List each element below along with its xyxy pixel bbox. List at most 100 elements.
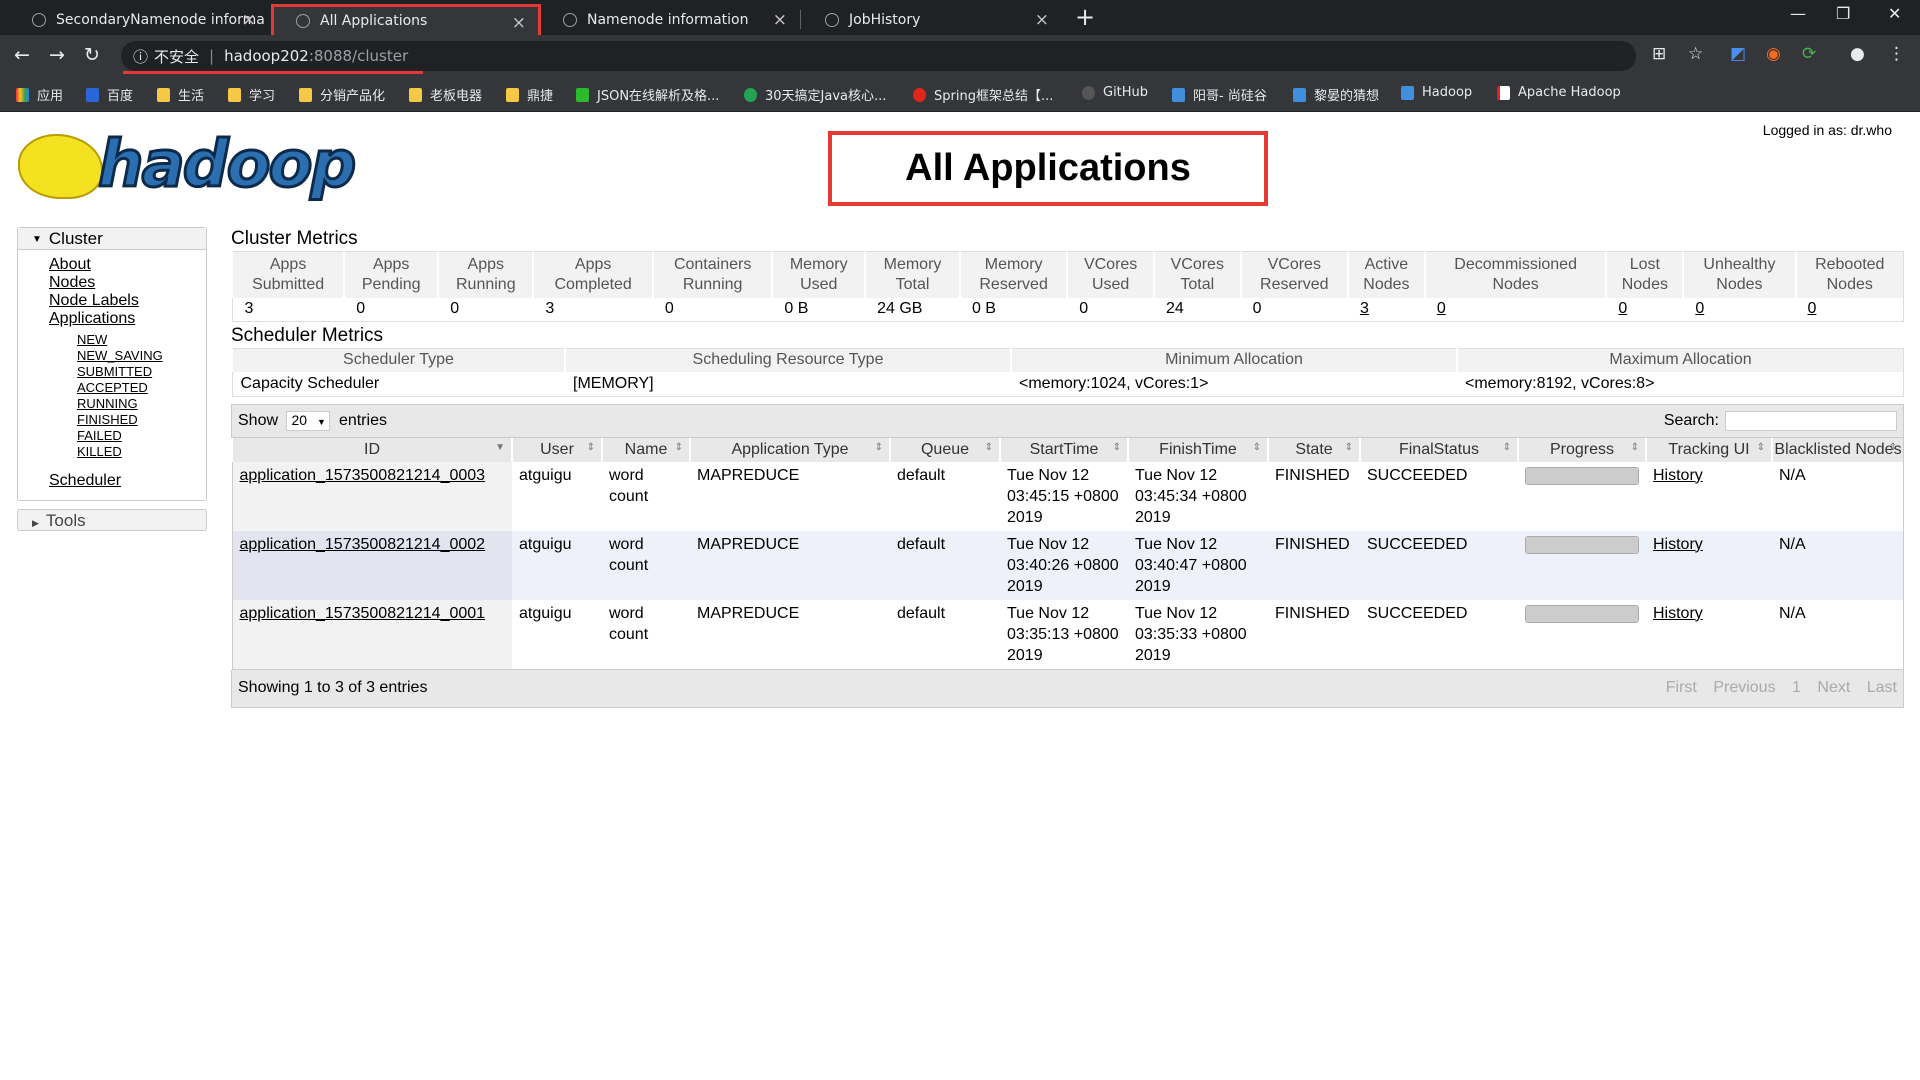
extension-refresh-icon[interactable]: ⟳ [1802,44,1816,64]
nav-nodes[interactable]: Nodes [49,274,206,292]
nav-scheduler[interactable]: Scheduler [49,472,206,490]
sort-icon: ⇕ [1252,441,1261,453]
profile-icon[interactable]: ● [1850,44,1865,64]
github-icon [1082,85,1095,100]
table-info: Showing 1 to 3 of 3 entries [238,679,428,696]
tab-namenode-information[interactable]: Namenode information × [541,4,799,35]
nav-applications[interactable]: Applications [49,310,206,328]
application-id-link[interactable]: application_1573500821214_0003 [240,467,486,484]
page-length-select[interactable]: 20 ▼ [286,410,331,431]
bookmark-distribution[interactable]: 分销产品化 [299,85,385,104]
close-icon[interactable]: × [242,10,256,30]
close-icon[interactable]: × [773,10,787,30]
metric-value: 0 [438,298,534,322]
search-input[interactable] [1725,410,1897,431]
state-new-saving[interactable]: NEW_SAVING [77,348,206,364]
state-new[interactable]: NEW [77,332,206,348]
info-icon[interactable]: ⓘ [133,46,148,67]
tab-all-applications[interactable]: All Applications × [271,4,541,35]
forward-icon[interactable]: → [49,44,65,66]
bookmark-liyan[interactable]: 黎晏的猜想 [1293,85,1379,104]
column-header[interactable]: Tracking UI ⇕ [1645,437,1772,462]
bookmark-robam[interactable]: 老板电器 [409,85,482,104]
metric-link[interactable]: 0 [1695,300,1704,317]
sort-icon: ⇕ [586,441,595,453]
state-finished[interactable]: FINISHED [77,412,206,428]
state-submitted[interactable]: SUBMITTED [77,364,206,380]
bookmark-study[interactable]: 学习 [228,85,275,104]
restore-icon[interactable]: ❐ [1836,4,1850,23]
close-window-icon[interactable]: ✕ [1888,4,1901,23]
metric-link[interactable]: 0 [1618,300,1627,317]
column-header[interactable]: StartTime ⇕ [999,437,1128,462]
column-header[interactable]: State ⇕ [1267,437,1360,462]
close-icon[interactable]: × [512,13,526,33]
bookmark-apps[interactable]: 应用 [16,85,63,104]
minimize-icon[interactable]: — [1790,4,1806,23]
metric-value: 0 [344,298,439,322]
application-id-link[interactable]: application_1573500821214_0002 [240,536,486,553]
state-running[interactable]: RUNNING [77,396,206,412]
state-killed[interactable]: KILLED [77,444,206,460]
bookmark-apache-hadoop[interactable]: Apache Hadoop [1497,85,1621,100]
column-header[interactable]: ID ▼ [231,437,512,462]
new-tab-button[interactable]: + [1075,3,1095,31]
column-header[interactable]: Blacklisted Nodes ⇕ [1771,437,1904,462]
state-accepted[interactable]: ACCEPTED [77,380,206,396]
max-allocation-header: Maximum Allocation [1456,348,1904,372]
tools-header[interactable]: ▶ Tools [17,509,207,531]
sort-icon: ⇕ [1888,441,1897,453]
metric-header-line: Memory [789,256,848,273]
metric-header: VCores Used [1066,251,1154,298]
tab-secondary-namenode[interactable]: SecondaryNamenode informa × [10,4,268,35]
column-header[interactable]: User ⇕ [511,437,602,462]
close-icon[interactable]: × [1035,10,1049,30]
column-header[interactable]: Queue ⇕ [889,437,1000,462]
translate-icon[interactable]: ⊞ [1652,44,1666,64]
bookmark-java[interactable]: 30天搞定Java核心... [744,85,886,104]
back-icon[interactable]: ← [14,44,30,66]
bookmark-baidu[interactable]: 百度 [86,85,133,104]
column-header[interactable]: FinishTime ⇕ [1127,437,1268,462]
metric-link[interactable]: 0 [1808,300,1817,317]
bookmark-github[interactable]: GitHub [1082,85,1148,100]
history-link[interactable]: History [1653,467,1703,484]
bookmark-json[interactable]: JSON在线解析及格... [576,85,719,104]
apache-icon [1497,85,1510,100]
bookmark-life[interactable]: 生活 [157,85,204,104]
history-link[interactable]: History [1653,605,1703,622]
hadoop-logo[interactable]: hadoop [18,124,358,206]
bookmark-label: 应用 [37,89,64,104]
pager-page-1[interactable]: 1 [1792,679,1801,696]
column-header[interactable]: Name ⇕ [601,437,690,462]
column-header[interactable]: FinalStatus ⇕ [1359,437,1518,462]
menu-icon[interactable]: ⋮ [1888,44,1905,64]
metric-link[interactable]: 0 [1437,300,1446,317]
extension-icon[interactable]: ◉ [1766,44,1781,64]
pager-first[interactable]: First [1666,679,1697,696]
tab-jobhistory[interactable]: JobHistory × [803,4,1061,35]
history-link[interactable]: History [1653,536,1703,553]
cluster-header[interactable]: ▼ Cluster [18,228,206,250]
pager-last[interactable]: Last [1867,679,1897,696]
column-header[interactable]: Application Type ⇕ [689,437,890,462]
metric-link[interactable]: 3 [1360,300,1369,317]
address-bar[interactable]: ⓘ 不安全 | hadoop202:8088/cluster [121,41,1636,71]
google-translate-extension-icon[interactable]: ◩ [1730,44,1746,64]
bookmark-spring[interactable]: Spring框架总结【... [913,85,1053,104]
metric-header: Memory Total [864,251,960,298]
nav-node-labels[interactable]: Node Labels [49,292,206,310]
bookmark-digiwin[interactable]: 鼎捷 [506,85,553,104]
pager-previous[interactable]: Previous [1713,679,1775,696]
application-id-link[interactable]: application_1573500821214_0001 [240,605,486,622]
nav-about[interactable]: About [49,256,206,274]
pagination: First Previous 1 Next Last [1654,679,1897,697]
reload-icon[interactable]: ↻ [84,44,100,66]
state-failed[interactable]: FAILED [77,428,206,444]
cell-tracking: History [1646,599,1772,669]
column-header[interactable]: Progress ⇕ [1517,437,1646,462]
bookmark-hadoop[interactable]: Hadoop [1401,85,1472,100]
pager-next[interactable]: Next [1817,679,1850,696]
star-icon[interactable]: ☆ [1688,44,1703,64]
bookmark-atguigu[interactable]: 阳哥- 尚硅谷 [1172,85,1267,104]
